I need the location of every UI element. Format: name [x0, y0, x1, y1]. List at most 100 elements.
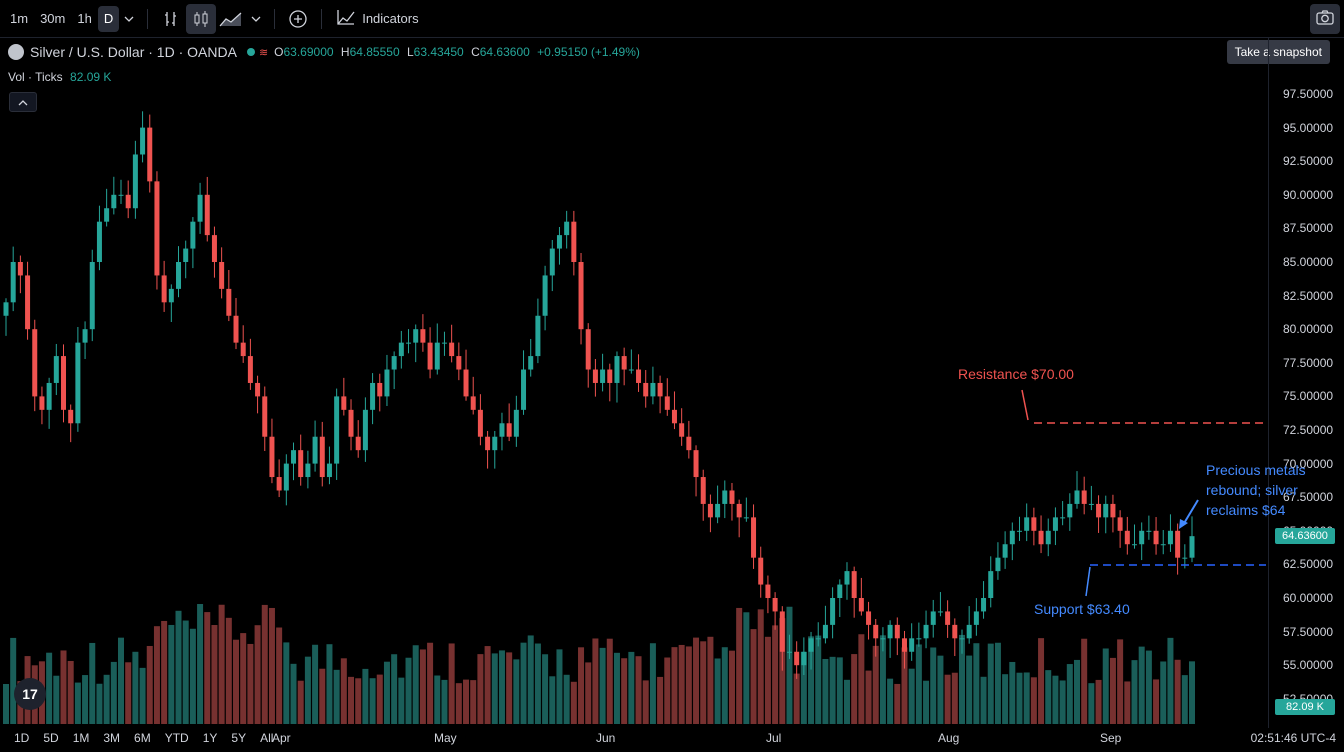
volume-bar [182, 620, 189, 724]
volume-bar [1066, 664, 1073, 724]
volume-bar [743, 612, 750, 724]
candle-body [312, 436, 318, 464]
candle-body [643, 382, 649, 397]
volume-bar [937, 655, 944, 724]
candle-body [1031, 517, 1037, 531]
volume-bar [46, 652, 53, 724]
volume-bar [693, 637, 700, 724]
candle-body [25, 275, 31, 330]
indicators-button[interactable]: Indicators [330, 8, 424, 29]
candle-body [370, 382, 376, 410]
candle-body [1009, 530, 1015, 545]
volume-bar [82, 675, 89, 724]
area-chart-icon[interactable] [216, 4, 246, 34]
price-chart[interactable] [0, 38, 1268, 724]
candles-icon[interactable] [186, 3, 217, 34]
timeframe-d[interactable]: D [97, 5, 120, 32]
candle-body [1103, 503, 1109, 518]
price-tick-label: 85.00000 [1283, 255, 1334, 269]
price-tick-label: 57.50000 [1283, 624, 1334, 639]
candle-body [1110, 503, 1116, 518]
candle-body [176, 262, 182, 289]
timeframe-30m[interactable]: 30m [34, 6, 71, 32]
volume-bar [915, 644, 922, 724]
volume-bar [434, 675, 441, 724]
volume-bar [642, 680, 649, 724]
compare-add-icon[interactable] [283, 4, 313, 34]
volume-bar [312, 644, 319, 724]
price-axis[interactable]: 97.50000 95.00000 92.50000 90.00000 87.50000… [1268, 38, 1344, 728]
chart-legend: Silver / U.S. Dollar · 1D · OANDA ≋ O63.… [8, 44, 644, 60]
timeframe-1m[interactable]: 1m [4, 6, 34, 32]
candle-body [334, 396, 340, 464]
candle-body [362, 409, 368, 451]
volume-bar [419, 649, 426, 724]
candle-body [10, 262, 16, 303]
volume-bar [326, 644, 333, 724]
bar-chart-icon[interactable] [156, 4, 186, 34]
volume-bar [362, 668, 369, 724]
volume-bar [225, 617, 232, 724]
volume-bar [513, 659, 520, 724]
range-1y[interactable]: 1Y [203, 731, 218, 745]
candle-body [528, 356, 534, 370]
candle-body [535, 315, 541, 357]
volume-bar [549, 676, 556, 724]
candle-body [1175, 530, 1181, 558]
timeframe-1h[interactable]: 1h [71, 6, 97, 32]
volume-bar [383, 661, 390, 724]
volume-bar [994, 642, 1001, 724]
range-1m[interactable]: 1M [73, 731, 90, 745]
price-tick-label: 82.50000 [1283, 288, 1334, 303]
tradingview-logo[interactable]: 17 [14, 678, 46, 710]
volume-bar [858, 634, 865, 724]
volume-bar [290, 663, 297, 724]
volume-bar [412, 645, 419, 724]
candle-body [111, 194, 117, 209]
symbol-title[interactable]: Silver / U.S. Dollar · 1D · OANDA [30, 44, 237, 60]
range-ytd[interactable]: YTD [165, 731, 189, 745]
candle-body [298, 450, 304, 478]
collapse-legend-button[interactable] [9, 92, 37, 112]
candle-body [262, 396, 268, 437]
volume-bar [139, 667, 146, 724]
volume-bar [67, 660, 74, 724]
candle-body [305, 463, 311, 478]
candle-body [636, 369, 642, 383]
candle-body [686, 436, 692, 451]
candle-body [1038, 530, 1044, 545]
news-note: Precious metals rebound; silver reclaims… [1206, 462, 1306, 518]
range-5d[interactable]: 5D [43, 731, 58, 745]
clock: 02:51:46 UTC-4 [1250, 731, 1336, 745]
snapshot-button[interactable] [1310, 4, 1340, 34]
candle-body [1045, 530, 1051, 545]
candle-body [600, 369, 606, 383]
volume-bar [628, 651, 635, 724]
candle-body [549, 248, 555, 276]
volume-bar [1153, 679, 1160, 724]
volume-bar [1009, 661, 1016, 724]
volume-bar [1081, 638, 1088, 724]
candle-body [46, 382, 52, 410]
chevron-down-icon[interactable] [119, 4, 139, 34]
candle-body [1060, 517, 1066, 519]
volume-bar [570, 681, 577, 724]
volume-bar [944, 674, 951, 724]
range-6m[interactable]: 6M [134, 731, 151, 745]
volume-bar [1045, 670, 1052, 724]
candle-body [937, 611, 943, 613]
candle-body [1067, 503, 1073, 518]
chevron-down-icon[interactable] [246, 4, 266, 34]
candle-body [434, 342, 440, 370]
range-3m[interactable]: 3M [103, 731, 120, 745]
volume-bar [283, 642, 290, 724]
range-5y[interactable]: 5Y [231, 731, 246, 745]
candle-body [1124, 530, 1130, 545]
candle-body [499, 423, 505, 437]
volume-bar [951, 672, 958, 724]
volume-bar [671, 647, 678, 724]
range-1d[interactable]: 1D [14, 731, 29, 745]
candle-body [1146, 530, 1152, 532]
candle-body [628, 369, 634, 371]
volume-bar [1038, 638, 1045, 724]
